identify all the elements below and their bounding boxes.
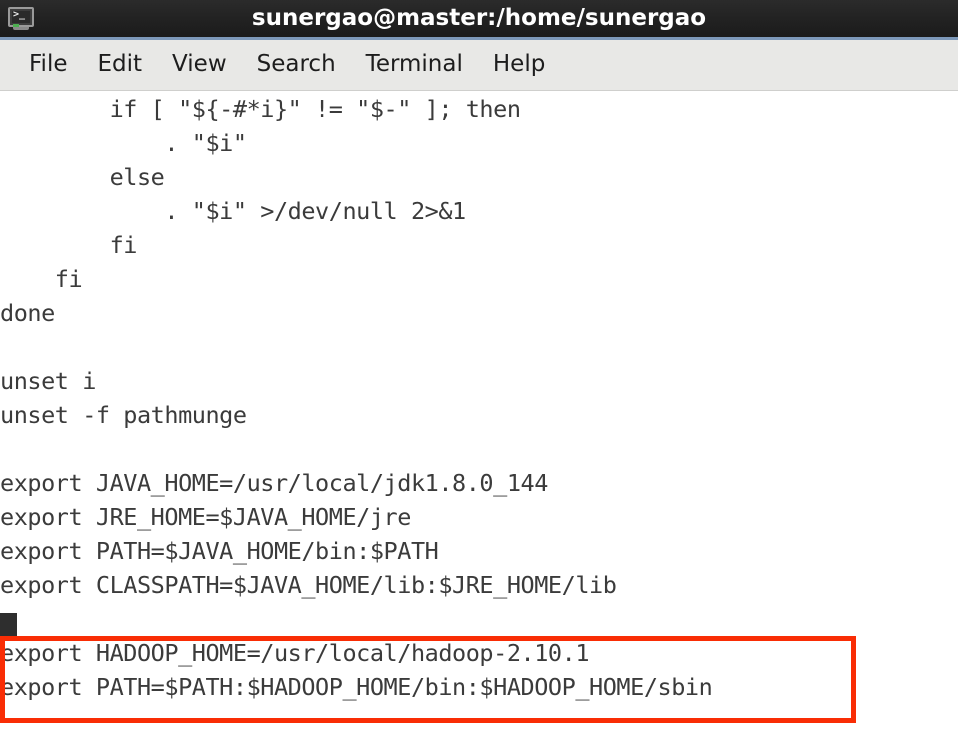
terminal-line: if [ "${-#*i}" != "$-" ]; then	[0, 95, 521, 123]
terminal-line: export HADOOP_HOME=/usr/local/hadoop-2.1…	[0, 639, 590, 667]
terminal-text: if [ "${-#*i}" != "$-" ]; then . "$i" el…	[0, 92, 713, 704]
terminal-line: . "$i"	[0, 129, 247, 157]
menu-item-help[interactable]: Help	[478, 49, 560, 81]
menu-item-terminal[interactable]: Terminal	[351, 49, 478, 81]
menu-item-file[interactable]: File	[14, 49, 83, 81]
menu-bar: File Edit View Search Terminal Help	[0, 40, 958, 91]
terminal-line: export JAVA_HOME=/usr/local/jdk1.8.0_144	[0, 469, 548, 497]
terminal-line: fi	[0, 231, 138, 259]
title-bar: >_ sunergao@master:/home/sunergao	[0, 0, 958, 40]
terminal-line: else	[0, 163, 165, 191]
terminal-line: unset -f pathmunge	[0, 401, 247, 429]
menu-item-view[interactable]: View	[157, 49, 242, 81]
menu-item-edit[interactable]: Edit	[83, 49, 158, 81]
terminal-line: . "$i" >/dev/null 2>&1	[0, 197, 466, 225]
menu-item-search[interactable]: Search	[242, 49, 351, 81]
terminal-line: fi	[0, 265, 83, 293]
terminal-window: >_ sunergao@master:/home/sunergao File E…	[0, 0, 958, 730]
terminal-line: done	[0, 299, 55, 327]
terminal-line: export PATH=$PATH:$HADOOP_HOME/bin:$HADO…	[0, 673, 713, 701]
terminal-line: unset i	[0, 367, 96, 395]
terminal-line: export JRE_HOME=$JAVA_HOME/jre	[0, 503, 411, 531]
terminal-cursor	[0, 613, 17, 636]
window-title: sunergao@master:/home/sunergao	[251, 5, 707, 31]
terminal-content-area[interactable]: if [ "${-#*i}" != "$-" ]; then . "$i" el…	[0, 92, 958, 730]
terminal-line: export PATH=$JAVA_HOME/bin:$PATH	[0, 537, 439, 565]
terminal-line: export CLASSPATH=$JAVA_HOME/lib:$JRE_HOM…	[0, 571, 617, 599]
